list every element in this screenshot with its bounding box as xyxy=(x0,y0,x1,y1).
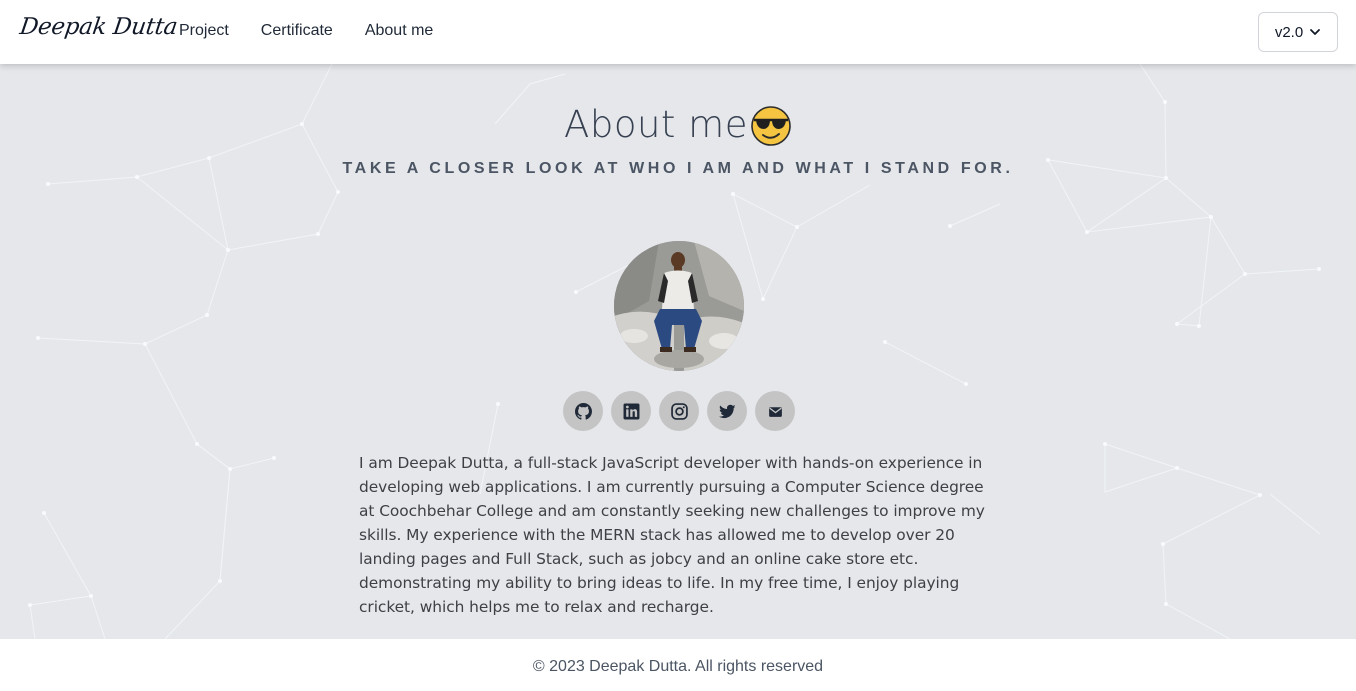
nav-links: Project Certificate About me xyxy=(179,22,465,40)
navbar: Deepak Dutta Project Certificate About m… xyxy=(0,0,1356,64)
social-links xyxy=(563,391,795,431)
email-link[interactable] xyxy=(755,391,795,431)
about-section: About me TAKE A CLOSER LOOK AT WHO I AM … xyxy=(0,64,1356,639)
profile-avatar xyxy=(614,241,744,371)
version-dropdown[interactable]: v2.0 xyxy=(1258,12,1338,52)
instagram-link[interactable] xyxy=(659,391,699,431)
page-subtitle: TAKE A CLOSER LOOK AT WHO I AM AND WHAT … xyxy=(342,160,1014,177)
github-icon xyxy=(574,402,592,420)
nav-link-certificate[interactable]: Certificate xyxy=(261,22,333,40)
footer: © 2023 Deepak Dutta. All rights reserved xyxy=(0,639,1356,691)
sunglasses-emoji-icon xyxy=(751,106,791,146)
instagram-icon xyxy=(670,402,688,420)
bio-paragraph: I am Deepak Dutta, a full-stack JavaScri… xyxy=(359,454,985,616)
twitter-link[interactable] xyxy=(707,391,747,431)
nav-link-project[interactable]: Project xyxy=(179,22,229,40)
github-link[interactable] xyxy=(563,391,603,431)
chevron-down-icon xyxy=(1310,29,1321,35)
site-logo[interactable]: Deepak Dutta xyxy=(18,14,179,40)
nav-link-about-me[interactable]: About me xyxy=(365,22,433,40)
linkedin-icon xyxy=(623,403,639,419)
linkedin-link[interactable] xyxy=(611,391,651,431)
mail-icon xyxy=(768,406,782,417)
page-title: About me xyxy=(564,102,748,146)
copyright-text: © 2023 Deepak Dutta. All rights reserved xyxy=(532,658,824,675)
version-label: v2.0 xyxy=(1274,23,1304,41)
title-row: About me xyxy=(0,102,1356,146)
twitter-icon xyxy=(718,404,735,418)
